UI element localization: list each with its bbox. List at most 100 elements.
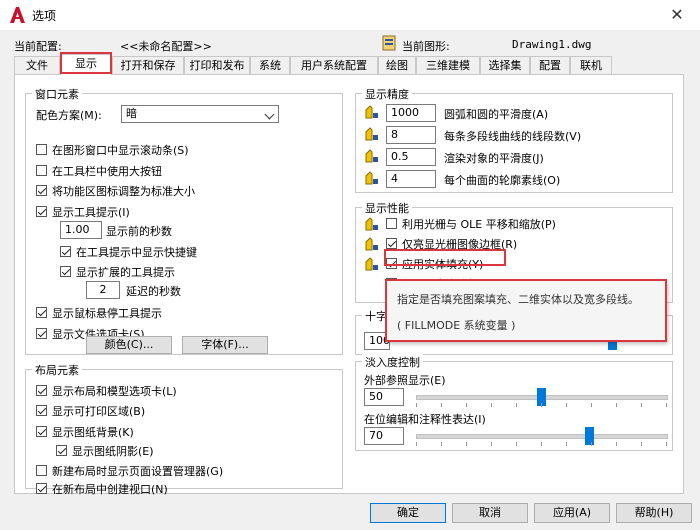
resolution-setting-icon — [364, 104, 380, 120]
scrollbars-checkbox[interactable] — [36, 144, 47, 155]
large-buttons-checkbox[interactable] — [36, 165, 47, 176]
slider-tick — [416, 403, 417, 407]
paper-shadow-checkbox[interactable] — [56, 445, 67, 456]
drawing-file-icon — [382, 35, 396, 51]
ribbon-icons-label: 将功能区图标调整为标准大小 — [52, 185, 195, 198]
inplace-fade-slider-thumb[interactable] — [584, 427, 594, 445]
extended-delay-label: 延迟的秒数 — [126, 285, 181, 298]
resolution-setting-icon — [364, 148, 380, 164]
paper-background-label: 显示图纸背景(K) — [52, 426, 134, 439]
create-viewport-label: 在新布局中创建视口(N) — [52, 483, 168, 496]
shortcut-keys-checkbox[interactable] — [60, 246, 71, 257]
window-title: 选项 — [32, 9, 57, 23]
printable-area-checkbox[interactable] — [36, 405, 47, 416]
current-profile-value: <<未命名配置>> — [120, 40, 212, 53]
raster-frame-checkbox[interactable] — [386, 238, 397, 249]
ribbon-icons-checkbox[interactable] — [36, 185, 47, 196]
tab-open-and-save[interactable]: 打开和保存 — [112, 56, 184, 74]
slider-tick — [491, 442, 492, 446]
current-profile-label: 当前配置: — [14, 40, 62, 53]
xref-fade-input[interactable]: 50 — [364, 388, 404, 406]
arc-smoothness-label: 圆弧和圆的平滑度(A) — [444, 108, 549, 121]
layout-model-tabs-label: 显示布局和模型选项卡(L) — [52, 385, 177, 398]
window-elements-title: 窗口元素 — [32, 86, 82, 102]
printable-area-label: 显示可打印区域(B) — [52, 405, 146, 418]
xref-fade-label: 外部参照显示(E) — [364, 374, 446, 387]
inplace-fade-label: 在位编辑和注释性表达(I) — [364, 413, 486, 426]
tab-3d-modeling[interactable]: 三维建模 — [416, 56, 480, 74]
inplace-fade-input[interactable]: 70 — [364, 427, 404, 445]
tab-user-preferences[interactable]: 用户系统配置 — [290, 56, 378, 74]
polyline-segments-label: 每条多段线曲线的线段数(V) — [444, 130, 582, 143]
layout-model-tabs-checkbox[interactable] — [36, 385, 47, 396]
tab-profiles[interactable]: 配置 — [530, 56, 570, 74]
raster-ole-label: 利用光栅与 OLE 平移和缩放(P) — [402, 218, 556, 231]
arc-smoothness-input[interactable]: 1000 — [386, 104, 436, 122]
slider-tick — [441, 403, 442, 407]
ok-button[interactable]: 确定 — [370, 503, 446, 523]
show-tooltips-label: 显示工具提示(I) — [52, 206, 130, 219]
color-scheme-select[interactable]: 暗 — [121, 105, 279, 123]
slider-tick — [516, 442, 517, 446]
render-smoothness-input[interactable]: 0.5 — [386, 148, 436, 166]
display-resolution-title: 显示精度 — [362, 86, 412, 102]
solid-fill-highlight — [384, 249, 506, 266]
cancel-button[interactable]: 取消 — [452, 503, 528, 523]
current-drawing-label: 当前图形: — [402, 40, 450, 53]
contour-lines-input[interactable]: 4 — [386, 170, 436, 188]
tooltip-delay-input[interactable]: 1.00 — [60, 221, 102, 239]
slider-tick — [616, 442, 617, 446]
fade-control-group: 淡入度控制 外部参照显示(E) 50 在位编辑和注释性表达(I) 70 — [355, 354, 673, 451]
shortcut-keys-label: 在工具提示中显示快捷键 — [76, 246, 197, 259]
extended-tooltips-checkbox[interactable] — [60, 266, 71, 277]
tooltip-delay-label: 显示前的秒数 — [106, 225, 172, 238]
page-setup-manager-checkbox[interactable] — [36, 465, 47, 476]
show-tooltips-checkbox[interactable] — [36, 206, 47, 217]
slider-tick — [641, 403, 642, 407]
tab-plot-and-publish[interactable]: 打印和发布 — [184, 56, 250, 74]
rollover-tooltips-label: 显示鼠标悬停工具提示 — [52, 307, 162, 320]
close-button[interactable]: ✕ — [664, 4, 690, 26]
extended-delay-input[interactable]: 2 — [86, 281, 120, 299]
slider-tick — [541, 403, 542, 407]
fonts-button[interactable]: 字体(F)... — [182, 336, 268, 354]
display-resolution-group: 显示精度 1000 圆弧和圆的平滑度(A) 8 每条多段线曲线的线段数(V) 0… — [355, 86, 673, 193]
tab-online[interactable]: 联机 — [570, 56, 612, 74]
paper-background-checkbox[interactable] — [36, 426, 47, 437]
help-button[interactable]: 帮助(H) — [616, 503, 692, 523]
file-tabs-checkbox[interactable] — [36, 328, 47, 339]
slider-tick — [616, 403, 617, 407]
slider-tick — [666, 403, 667, 407]
slider-tick — [641, 442, 642, 446]
layout-elements-title: 布局元素 — [32, 362, 82, 378]
contour-lines-label: 每个曲面的轮廓素线(O) — [444, 174, 561, 187]
tab-drafting[interactable]: 绘图 — [378, 56, 416, 74]
tab-system[interactable]: 系统 — [250, 56, 290, 74]
tab-files[interactable]: 文件 — [14, 56, 60, 74]
colors-button[interactable]: 颜色(C)... — [86, 336, 172, 354]
paper-shadow-label: 显示图纸阴影(E) — [72, 445, 154, 458]
slider-tick — [441, 442, 442, 446]
slider-tick — [591, 403, 592, 407]
resolution-setting-icon — [364, 170, 380, 186]
display-performance-title: 显示性能 — [362, 200, 412, 216]
window-elements-group: 窗口元素 配色方案(M): 暗 在图形窗口中显示滚动条(S) 在工具栏中使用大按… — [25, 86, 343, 355]
slider-tick — [466, 403, 467, 407]
polyline-segments-input[interactable]: 8 — [386, 126, 436, 144]
raster-ole-checkbox[interactable] — [386, 218, 397, 229]
apply-button[interactable]: 应用(A) — [534, 503, 610, 523]
autocad-a-icon — [8, 6, 26, 24]
extended-tooltips-label: 显示扩展的工具提示 — [76, 266, 175, 279]
layout-elements-group: 布局元素 显示布局和模型选项卡(L) 显示可打印区域(B) 显示图纸背景(K) … — [25, 362, 343, 496]
tab-selection[interactable]: 选择集 — [480, 56, 530, 74]
render-smoothness-label: 渲染对象的平滑度(J) — [444, 152, 544, 165]
current-drawing-value: Drawing1.dwg — [512, 38, 592, 51]
inplace-fade-slider-track[interactable] — [416, 434, 668, 439]
slider-tick — [666, 442, 667, 446]
title-bar — [0, 0, 700, 30]
create-viewport-checkbox[interactable] — [36, 483, 47, 494]
rollover-tooltips-checkbox[interactable] — [36, 307, 47, 318]
large-buttons-label: 在工具栏中使用大按钮 — [52, 165, 162, 178]
performance-setting-icon — [364, 216, 380, 232]
slider-tick — [566, 442, 567, 446]
